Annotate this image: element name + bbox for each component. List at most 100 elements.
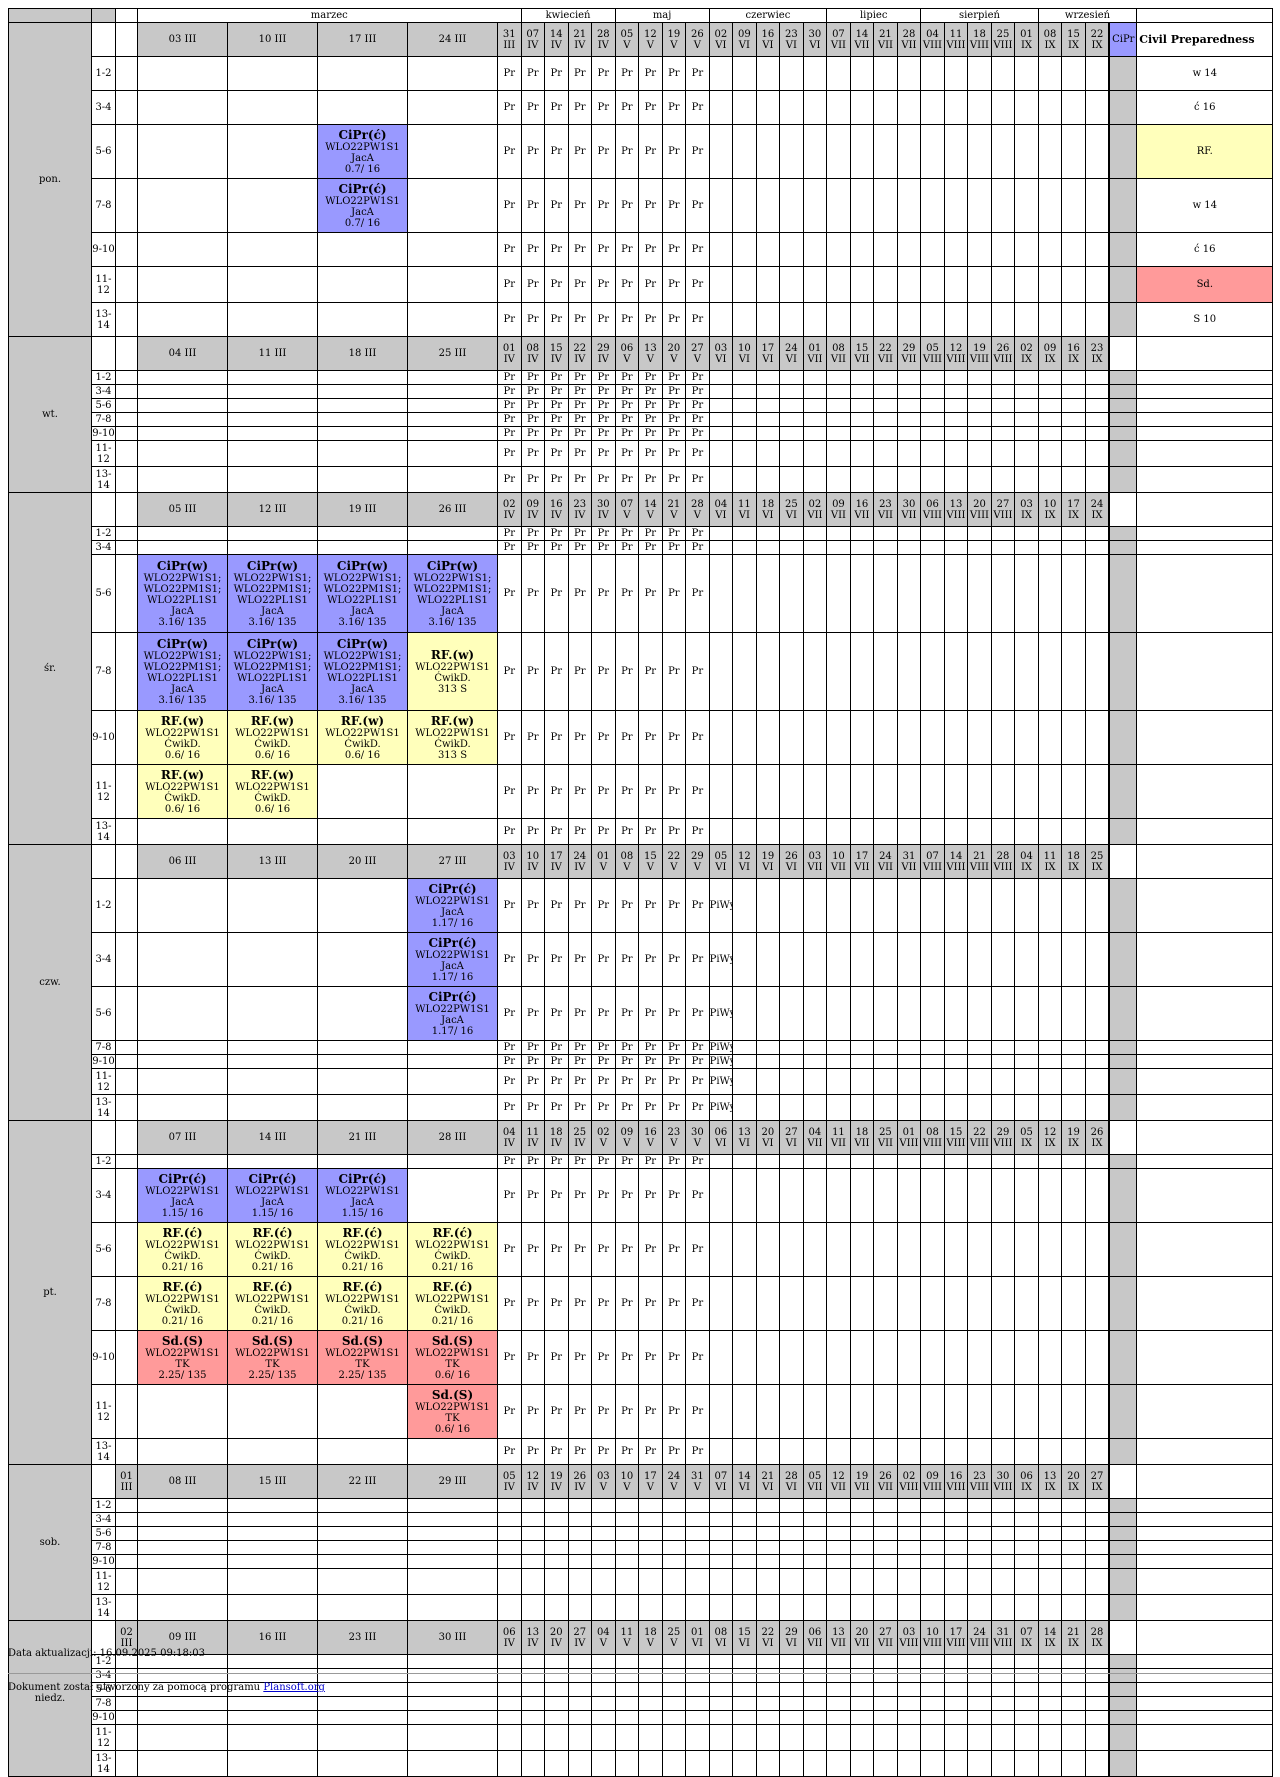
class-block[interactable]: RF.(ć) WLO22PW1S1 ĆwikD. 0.21/ 16 — [317, 1222, 408, 1277]
class-block[interactable]: Sd.(S) WLO22PW1S1 TK 0.6/ 16 — [407, 1330, 498, 1385]
date-header: 29 V — [685, 844, 710, 879]
empty-cell — [137, 398, 228, 413]
pr-cell: Pr — [520, 232, 546, 267]
slot-label: 13-14 — [91, 302, 116, 337]
class-block[interactable]: CiPr(ć) WLO22PW1S1 JacA 1.15/ 16 — [227, 1168, 318, 1223]
separator-cell — [1109, 1094, 1138, 1121]
empty-cell — [920, 1554, 945, 1569]
empty-cell — [732, 1512, 757, 1527]
empty-cell — [873, 1724, 898, 1751]
class-block[interactable]: RF.(w) WLO22PW1S1 ĆwikD. 0.6/ 16 — [317, 710, 408, 765]
class-block[interactable]: RF.(ć) WLO22PW1S1 ĆwikD. 0.21/ 16 — [137, 1276, 228, 1331]
class-block[interactable]: CiPr(ć) WLO22PW1S1 JacA 1.17/ 16 — [407, 986, 498, 1041]
pr-cell: Pr — [614, 124, 640, 179]
slot-label: 7-8 — [91, 632, 116, 711]
class-block[interactable]: RF.(ć) WLO22PW1S1 ĆwikD. 0.21/ 16 — [407, 1222, 498, 1277]
legend-spacer — [1136, 1540, 1274, 1555]
empty-cell — [967, 818, 992, 845]
class-block[interactable]: RF.(w) WLO22PW1S1 ĆwikD. 0.6/ 16 — [137, 764, 228, 819]
pr-cell — [520, 1750, 546, 1777]
legend-spacer — [1136, 1040, 1274, 1055]
class-detail: WLO22PW1S1 — [415, 895, 490, 907]
empty-cell — [1084, 1222, 1110, 1277]
pr-cell: Pr — [685, 384, 710, 399]
class-block[interactable]: CiPr(ć) WLO22PW1S1 JacA 0.7/ 16 — [317, 124, 408, 179]
class-block[interactable]: CiPr(w) WLO22PW1S1; WLO22PM1S1; WLO22PL1S1 J… — [407, 554, 498, 633]
class-block[interactable]: CiPr(w) WLO22PW1S1; WLO22PM1S1; WLO22PL1S1 J… — [317, 632, 408, 711]
class-block[interactable]: RF.(w) WLO22PW1S1 ĆwikD. 313 S — [407, 632, 498, 711]
empty-cell — [802, 398, 828, 413]
empty-cell — [802, 818, 828, 845]
class-block[interactable]: CiPr(ć) WLO22PW1S1 JacA 0.7/ 16 — [317, 178, 408, 233]
pr-cell: Pr — [567, 986, 593, 1041]
legend-spacer — [1136, 1512, 1274, 1527]
class-block[interactable]: CiPr(w) WLO22PW1S1; WLO22PM1S1; WLO22PL1S1 J… — [317, 554, 408, 633]
class-block[interactable]: RF.(w) WLO22PW1S1 ĆwikD. 313 S — [407, 710, 498, 765]
class-block[interactable]: RF.(ć) WLO22PW1S1 ĆwikD. 0.21/ 16 — [227, 1222, 318, 1277]
empty-cell — [943, 1498, 969, 1513]
class-block[interactable]: CiPr(ć) WLO22PW1S1 JacA 1.17/ 16 — [407, 932, 498, 987]
date-header: 28 VIII — [990, 844, 1016, 879]
pr-cell: Pr — [497, 56, 522, 91]
class-block[interactable]: Sd.(S) WLO22PW1S1 TK 2.25/ 135 — [137, 1330, 228, 1385]
empty-cell — [1061, 56, 1086, 91]
legend-spacer — [1109, 336, 1138, 371]
class-block[interactable]: RF.(ć) WLO22PW1S1 ĆwikD. 0.21/ 16 — [407, 1276, 498, 1331]
slot-label: 11-12 — [91, 266, 116, 303]
date-header: 12 VII — [826, 1464, 851, 1499]
class-block[interactable]: CiPr(ć) WLO22PW1S1 JacA 1.15/ 16 — [137, 1168, 228, 1223]
empty-cell — [137, 932, 228, 987]
legend-spacer — [1136, 1168, 1274, 1223]
date-header: 28 IV — [591, 22, 616, 57]
empty-cell — [317, 932, 408, 987]
class-block[interactable]: CiPr(w) WLO22PW1S1; WLO22PM1S1; WLO22PL1S1 J… — [227, 554, 318, 633]
pr-cell: Pr — [614, 426, 640, 441]
class-block[interactable]: RF.(w) WLO22PW1S1 ĆwikD. 0.6/ 16 — [227, 710, 318, 765]
date-header: 02 VI — [708, 22, 734, 57]
class-block[interactable]: CiPr(w) WLO22PW1S1; WLO22PM1S1; WLO22PL1S1 J… — [137, 632, 228, 711]
pr-cell: Pr — [520, 1054, 546, 1069]
empty-cell — [732, 440, 757, 467]
date-header: 22 IX — [1084, 22, 1110, 57]
empty-cell — [1084, 1068, 1110, 1095]
empty-cell — [317, 878, 408, 933]
empty-cell — [317, 540, 408, 555]
class-block[interactable]: CiPr(ć) WLO22PW1S1 JacA 1.15/ 16 — [317, 1168, 408, 1223]
class-block[interactable]: CiPr(ć) WLO22PW1S1 JacA 1.17/ 16 — [407, 878, 498, 933]
class-block[interactable]: RF.(w) WLO22PW1S1 ĆwikD. 0.6/ 16 — [227, 764, 318, 819]
empty-cell — [779, 1438, 804, 1465]
empty-cell — [1014, 1168, 1039, 1223]
class-block[interactable]: Sd.(S) WLO22PW1S1 TK 0.6/ 16 — [407, 1384, 498, 1439]
empty-cell — [1061, 426, 1086, 441]
pr-cell: Pr — [567, 1094, 593, 1121]
empty-cell — [137, 1540, 228, 1555]
class-detail: WLO22PM1S1; — [323, 661, 402, 673]
class-detail: ĆwikD. — [434, 1304, 471, 1316]
legend-spacer — [1109, 844, 1138, 879]
date-header: 12 V — [638, 22, 663, 57]
empty-cell — [137, 1054, 228, 1069]
pr-cell — [544, 1696, 569, 1711]
slot-label: 5-6 — [91, 986, 116, 1041]
empty-cell — [849, 554, 875, 633]
empty-cell — [407, 232, 498, 267]
class-detail: 0.21/ 16 — [341, 1315, 384, 1327]
plansoft-link[interactable]: Plansoft.org — [263, 1682, 325, 1693]
class-block[interactable]: Sd.(S) WLO22PW1S1 TK 2.25/ 135 — [227, 1330, 318, 1385]
class-block[interactable]: CiPr(w) WLO22PW1S1; WLO22PM1S1; WLO22PL1S1 J… — [227, 632, 318, 711]
class-detail: 3.16/ 135 — [158, 694, 207, 706]
class-title: CiPr(ć) — [338, 127, 387, 142]
class-block[interactable]: RF.(ć) WLO22PW1S1 ĆwikD. 0.21/ 16 — [137, 1222, 228, 1277]
date-header: 11 IV — [520, 1120, 546, 1155]
date-header: 22 V — [661, 844, 687, 879]
legend-spacer — [1136, 540, 1274, 555]
class-block[interactable]: RF.(ć) WLO22PW1S1 ĆwikD. 0.21/ 16 — [227, 1276, 318, 1331]
class-block[interactable]: Sd.(S) WLO22PW1S1 TK 2.25/ 135 — [317, 1330, 408, 1385]
class-block[interactable]: RF.(w) WLO22PW1S1 ĆwikD. 0.6/ 16 — [137, 710, 228, 765]
class-detail: WLO22PW1S1 — [235, 1293, 310, 1305]
empty-cell — [873, 1094, 898, 1121]
pr-cell: Pr — [661, 1054, 687, 1069]
class-block[interactable]: RF.(ć) WLO22PW1S1 ĆwikD. 0.21/ 16 — [317, 1276, 408, 1331]
class-detail: ĆwikD. — [344, 1250, 381, 1262]
class-block[interactable]: CiPr(w) WLO22PW1S1; WLO22PM1S1; WLO22PL1S1 J… — [137, 554, 228, 633]
